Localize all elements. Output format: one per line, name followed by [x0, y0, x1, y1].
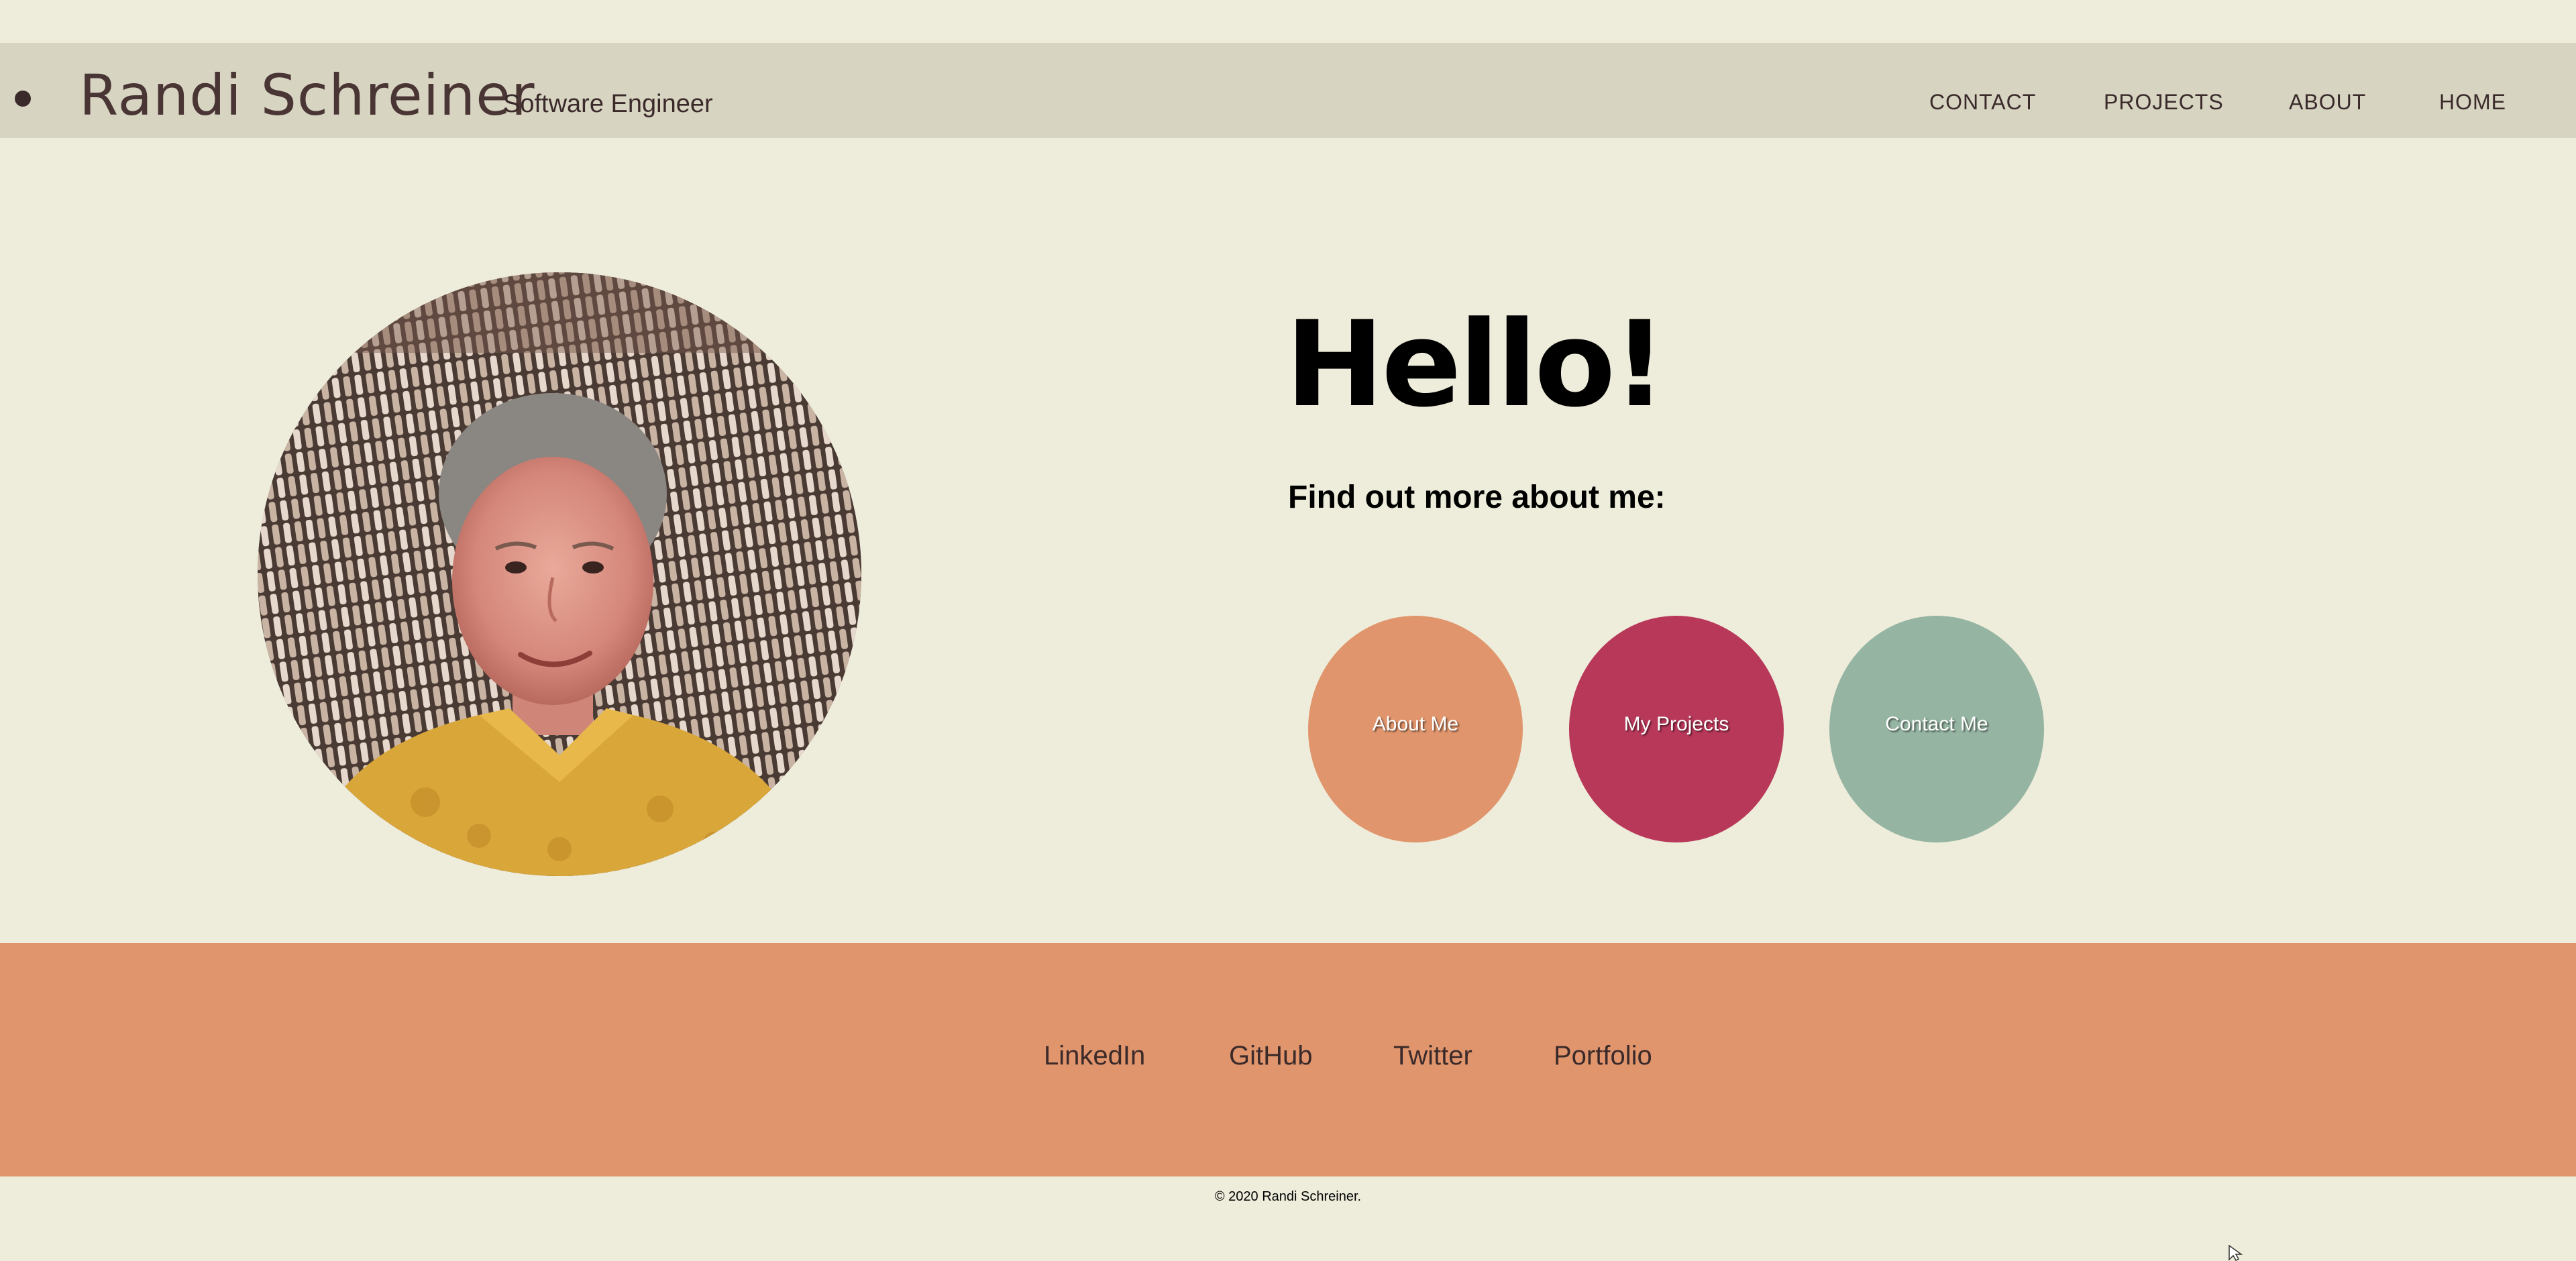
profile-photo [258, 272, 861, 876]
about-me-button[interactable]: About Me [1308, 616, 1523, 842]
nav-link-projects[interactable]: PROJECTS [2104, 91, 2224, 113]
hero-prompt: Find out more about me: [1288, 480, 1666, 515]
nav-link-about[interactable]: ABOUT [2289, 91, 2366, 113]
my-projects-button[interactable]: My Projects [1569, 616, 1784, 842]
nav-links: CONTACT PROJECTS ABOUT HOME [0, 91, 2576, 125]
hero-greeting: Hello! [1285, 296, 1666, 433]
nav-link-home[interactable]: HOME [2439, 91, 2506, 113]
footer-link-twitter[interactable]: Twitter [1393, 1042, 1472, 1069]
contact-me-button[interactable]: Contact Me [1829, 616, 2044, 842]
footer-link-github[interactable]: GitHub [1229, 1042, 1313, 1069]
copyright-text: © 2020 Randi Schreiner. [1214, 1189, 1362, 1204]
footer: LinkedIn GitHub Twitter Portfolio [0, 943, 2576, 1176]
footer-link-portfolio[interactable]: Portfolio [1554, 1042, 1652, 1069]
top-navbar: Randi Schreiner Software Engineer CONTAC… [0, 43, 2576, 138]
nav-link-contact[interactable]: CONTACT [1929, 91, 2036, 113]
profile-photo-illustration [258, 272, 861, 876]
mouse-cursor-icon [2229, 1245, 2243, 1261]
footer-link-linkedin[interactable]: LinkedIn [1044, 1042, 1145, 1069]
